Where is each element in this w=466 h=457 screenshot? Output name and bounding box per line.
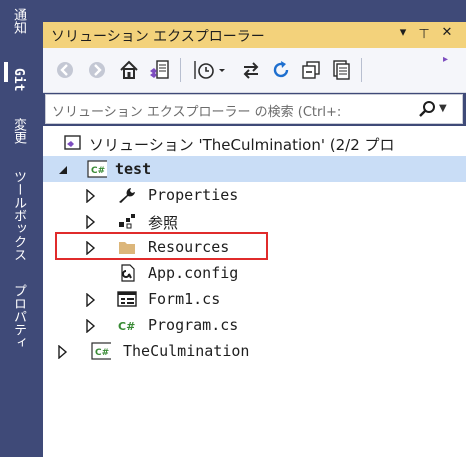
collapsed-arrow-icon[interactable] [85,188,97,204]
panel-title-bar[interactable]: ソリューション エクスプローラー ▾ ⊥ ✕ [43,22,466,48]
left-tool-strip: 通知 Git 変更 ツールボックス プロパティ [0,0,36,457]
tree-row-program[interactable]: C# Program.cs [43,312,466,338]
git-changes-tab[interactable]: Git [5,68,31,91]
solution-tree: ソリューション 'TheCulmination' (2/2 プロ C# test… [43,126,466,457]
tree-row-form1[interactable]: Form1.cs [43,286,466,312]
panel-title: ソリューション エクスプローラー [51,29,265,45]
toolbar-overflow-icon[interactable]: ▸ [443,54,448,65]
tree-row-project[interactable]: C# test [43,156,466,182]
solution-explorer-search-input[interactable]: ソリューション エクスプローラー の検索 (Ctrl+: ▼ [45,94,463,124]
svg-text:C#: C# [91,166,105,176]
forward-icon[interactable] [85,58,109,82]
toolbox-tab[interactable]: ツールボックス [5,170,31,261]
solution-label: ソリューション 'TheCulmination' (2/2 プロ [89,136,395,154]
properties-tab[interactable]: プロパティ [5,284,31,349]
collapse-all-icon[interactable] [299,58,323,82]
svg-text:C#: C# [118,320,135,333]
expanded-arrow-icon[interactable] [57,162,69,176]
changes-tab[interactable]: 変更 [5,118,31,144]
form-icon [117,290,137,308]
collapsed-arrow-icon[interactable] [85,214,97,230]
csharp-file-icon: C# [117,316,137,334]
resources-highlight-box [55,232,268,260]
references-icon [117,212,137,230]
tree-row-solution[interactable]: ソリューション 'TheCulmination' (2/2 プロ [43,130,466,156]
window-position-dropdown-button[interactable]: ▾ [394,25,412,40]
tree-row-second-project[interactable]: C# TheCulmination [43,338,466,364]
search-options-dropdown-icon[interactable]: ▼ [439,103,447,114]
collapsed-arrow-icon[interactable] [85,292,97,308]
tree-item-label: Form1.cs [148,290,221,308]
solution-icon [63,134,83,152]
tree-row-references[interactable]: 参照 [43,208,466,234]
switch-views-icon[interactable] [147,58,171,82]
sync-active-document-icon[interactable] [239,58,263,82]
tree-row-app-config[interactable]: App.config [43,260,466,286]
search-placeholder: ソリューション エクスプローラー の検索 (Ctrl+: [52,105,342,120]
solution-explorer-toolbar: ▸ [43,48,466,93]
notifications-tab[interactable]: 通知 [5,8,31,34]
search-icon[interactable] [418,100,436,122]
collapsed-arrow-icon[interactable] [85,318,97,334]
home-icon[interactable] [117,58,141,82]
csharp-project-icon: C# [91,342,111,360]
show-all-files-icon[interactable] [329,58,353,82]
project-label: TheCulmination [123,342,250,360]
pending-changes-filter-icon[interactable] [191,58,231,82]
close-icon[interactable]: ✕ [438,25,456,40]
tree-item-label: Program.cs [148,316,239,334]
collapsed-arrow-icon[interactable] [57,344,69,360]
config-file-icon [117,264,137,282]
refresh-icon[interactable] [269,58,293,82]
back-icon[interactable] [53,58,77,82]
svg-text:C#: C# [95,348,109,358]
wrench-icon [117,186,137,204]
tree-item-label: App.config [148,264,239,282]
project-label: test [115,160,152,178]
pin-icon[interactable]: ⊥ [415,25,433,40]
tree-item-label: 参照 [148,214,179,232]
tree-item-label: Properties [148,186,239,204]
toolbar-separator [361,58,362,82]
toolbar-separator [180,58,181,82]
csharp-project-icon: C# [87,160,107,178]
tree-row-properties[interactable]: Properties [43,182,466,208]
